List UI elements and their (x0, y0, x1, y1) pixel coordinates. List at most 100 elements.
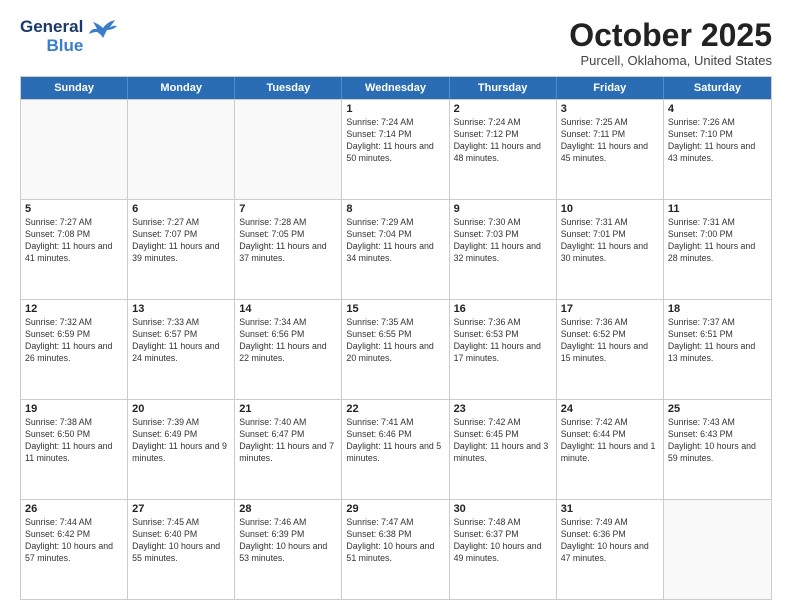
cell-info: Sunrise: 7:34 AM Sunset: 6:56 PM Dayligh… (239, 317, 337, 365)
calendar-body: 1Sunrise: 7:24 AM Sunset: 7:14 PM Daylig… (21, 99, 771, 599)
logo: General Blue (20, 18, 119, 55)
weekday-header-tuesday: Tuesday (235, 77, 342, 99)
cell-day-number: 14 (239, 303, 337, 315)
cell-info: Sunrise: 7:41 AM Sunset: 6:46 PM Dayligh… (346, 417, 444, 465)
cell-day-number: 31 (561, 503, 659, 515)
cell-info: Sunrise: 7:40 AM Sunset: 6:47 PM Dayligh… (239, 417, 337, 465)
cell-info: Sunrise: 7:37 AM Sunset: 6:51 PM Dayligh… (668, 317, 767, 365)
cell-day-number: 13 (132, 303, 230, 315)
calendar-cell-14: 14 Sunrise: 7:34 AM Sunset: 6:56 PM Dayli… (235, 300, 342, 399)
calendar-cell-26: 26 Sunrise: 7:44 AM Sunset: 6:42 PM Dayli… (21, 500, 128, 599)
calendar-cell-empty-0-2 (235, 100, 342, 199)
cell-info: Sunrise: 7:47 AM Sunset: 6:38 PM Dayligh… (346, 517, 444, 565)
cell-info: Sunrise: 7:29 AM Sunset: 7:04 PM Dayligh… (346, 217, 444, 265)
cell-info: Sunrise: 7:35 AM Sunset: 6:55 PM Dayligh… (346, 317, 444, 365)
weekday-header-thursday: Thursday (450, 77, 557, 99)
cell-info: Sunrise: 7:36 AM Sunset: 6:53 PM Dayligh… (454, 317, 552, 365)
calendar-row-4: 26 Sunrise: 7:44 AM Sunset: 6:42 PM Dayli… (21, 499, 771, 599)
cell-day-number: 22 (346, 403, 444, 415)
title-block: October 2025 Purcell, Oklahoma, United S… (569, 18, 772, 68)
cell-info: Sunrise: 7:38 AM Sunset: 6:50 PM Dayligh… (25, 417, 123, 465)
cell-day-number: 12 (25, 303, 123, 315)
calendar-cell-empty-4-6 (664, 500, 771, 599)
weekday-header-saturday: Saturday (664, 77, 771, 99)
calendar-cell-19: 19 Sunrise: 7:38 AM Sunset: 6:50 PM Dayli… (21, 400, 128, 499)
calendar-cell-30: 30 Sunrise: 7:48 AM Sunset: 6:37 PM Dayli… (450, 500, 557, 599)
calendar-cell-24: 24 Sunrise: 7:42 AM Sunset: 6:44 PM Dayli… (557, 400, 664, 499)
cell-info: Sunrise: 7:26 AM Sunset: 7:10 PM Dayligh… (668, 117, 767, 165)
cell-day-number: 19 (25, 403, 123, 415)
cell-day-number: 16 (454, 303, 552, 315)
cell-day-number: 29 (346, 503, 444, 515)
calendar-cell-empty-0-0 (21, 100, 128, 199)
calendar-cell-4: 4 Sunrise: 7:26 AM Sunset: 7:10 PM Daylig… (664, 100, 771, 199)
page: General Blue October 2025 Purcell, Oklah… (0, 0, 792, 612)
cell-info: Sunrise: 7:46 AM Sunset: 6:39 PM Dayligh… (239, 517, 337, 565)
calendar-cell-empty-0-1 (128, 100, 235, 199)
cell-info: Sunrise: 7:31 AM Sunset: 7:01 PM Dayligh… (561, 217, 659, 265)
calendar-cell-28: 28 Sunrise: 7:46 AM Sunset: 6:39 PM Dayli… (235, 500, 342, 599)
logo-bird-icon (87, 20, 119, 46)
cell-info: Sunrise: 7:44 AM Sunset: 6:42 PM Dayligh… (25, 517, 123, 565)
cell-day-number: 9 (454, 203, 552, 215)
calendar-cell-15: 15 Sunrise: 7:35 AM Sunset: 6:55 PM Dayli… (342, 300, 449, 399)
cell-day-number: 28 (239, 503, 337, 515)
location: Purcell, Oklahoma, United States (569, 53, 772, 68)
calendar-cell-7: 7 Sunrise: 7:28 AM Sunset: 7:05 PM Daylig… (235, 200, 342, 299)
calendar-cell-25: 25Sunrise: 7:43 AM Sunset: 6:43 PM Dayli… (664, 400, 771, 499)
calendar-row-2: 12 Sunrise: 7:32 AM Sunset: 6:59 PM Dayli… (21, 299, 771, 399)
cell-info: Sunrise: 7:39 AM Sunset: 6:49 PM Dayligh… (132, 417, 230, 465)
cell-day-number: 17 (561, 303, 659, 315)
cell-day-number: 30 (454, 503, 552, 515)
cell-info: Sunrise: 7:28 AM Sunset: 7:05 PM Dayligh… (239, 217, 337, 265)
calendar-cell-18: 18 Sunrise: 7:37 AM Sunset: 6:51 PM Dayli… (664, 300, 771, 399)
cell-info: Sunrise: 7:49 AM Sunset: 6:36 PM Dayligh… (561, 517, 659, 565)
calendar-row-1: 5Sunrise: 7:27 AM Sunset: 7:08 PM Daylig… (21, 199, 771, 299)
calendar-cell-6: 6 Sunrise: 7:27 AM Sunset: 7:07 PM Daylig… (128, 200, 235, 299)
calendar-cell-12: 12 Sunrise: 7:32 AM Sunset: 6:59 PM Dayli… (21, 300, 128, 399)
cell-day-number: 24 (561, 403, 659, 415)
calendar-cell-17: 17 Sunrise: 7:36 AM Sunset: 6:52 PM Dayli… (557, 300, 664, 399)
cell-day-number: 8 (346, 203, 444, 215)
cell-info: Sunrise: 7:32 AM Sunset: 6:59 PM Dayligh… (25, 317, 123, 365)
cell-info: Sunrise: 7:27 AM Sunset: 7:07 PM Dayligh… (132, 217, 230, 265)
calendar-cell-2: 2 Sunrise: 7:24 AM Sunset: 7:12 PM Daylig… (450, 100, 557, 199)
cell-day-number: 10 (561, 203, 659, 215)
calendar-cell-8: 8 Sunrise: 7:29 AM Sunset: 7:04 PM Daylig… (342, 200, 449, 299)
weekday-header-sunday: Sunday (21, 77, 128, 99)
weekday-header-wednesday: Wednesday (342, 77, 449, 99)
logo-blue: Blue (46, 37, 83, 56)
calendar-row-0: 1Sunrise: 7:24 AM Sunset: 7:14 PM Daylig… (21, 99, 771, 199)
cell-day-number: 4 (668, 103, 767, 115)
calendar-cell-22: 22 Sunrise: 7:41 AM Sunset: 6:46 PM Dayli… (342, 400, 449, 499)
calendar-cell-3: 3Sunrise: 7:25 AM Sunset: 7:11 PM Daylig… (557, 100, 664, 199)
cell-info: Sunrise: 7:45 AM Sunset: 6:40 PM Dayligh… (132, 517, 230, 565)
cell-info: Sunrise: 7:36 AM Sunset: 6:52 PM Dayligh… (561, 317, 659, 365)
cell-info: Sunrise: 7:24 AM Sunset: 7:12 PM Dayligh… (454, 117, 552, 165)
cell-info: Sunrise: 7:48 AM Sunset: 6:37 PM Dayligh… (454, 517, 552, 565)
cell-day-number: 21 (239, 403, 337, 415)
cell-info: Sunrise: 7:30 AM Sunset: 7:03 PM Dayligh… (454, 217, 552, 265)
cell-day-number: 26 (25, 503, 123, 515)
calendar-cell-23: 23Sunrise: 7:42 AM Sunset: 6:45 PM Dayli… (450, 400, 557, 499)
header: General Blue October 2025 Purcell, Oklah… (20, 18, 772, 68)
cell-day-number: 6 (132, 203, 230, 215)
cell-day-number: 25 (668, 403, 767, 415)
calendar-row-3: 19 Sunrise: 7:38 AM Sunset: 6:50 PM Dayli… (21, 399, 771, 499)
cell-day-number: 2 (454, 103, 552, 115)
cell-day-number: 7 (239, 203, 337, 215)
logo-general: General (20, 18, 83, 37)
cell-day-number: 18 (668, 303, 767, 315)
cell-info: Sunrise: 7:25 AM Sunset: 7:11 PM Dayligh… (561, 117, 659, 165)
cell-day-number: 27 (132, 503, 230, 515)
cell-day-number: 5 (25, 203, 123, 215)
month-title: October 2025 (569, 18, 772, 53)
cell-info: Sunrise: 7:33 AM Sunset: 6:57 PM Dayligh… (132, 317, 230, 365)
cell-info: Sunrise: 7:31 AM Sunset: 7:00 PM Dayligh… (668, 217, 767, 265)
cell-day-number: 15 (346, 303, 444, 315)
calendar-cell-16: 16 Sunrise: 7:36 AM Sunset: 6:53 PM Dayli… (450, 300, 557, 399)
cell-info: Sunrise: 7:42 AM Sunset: 6:44 PM Dayligh… (561, 417, 659, 465)
calendar-cell-21: 21 Sunrise: 7:40 AM Sunset: 6:47 PM Dayli… (235, 400, 342, 499)
calendar-cell-20: 20Sunrise: 7:39 AM Sunset: 6:49 PM Dayli… (128, 400, 235, 499)
calendar-cell-29: 29 Sunrise: 7:47 AM Sunset: 6:38 PM Dayli… (342, 500, 449, 599)
